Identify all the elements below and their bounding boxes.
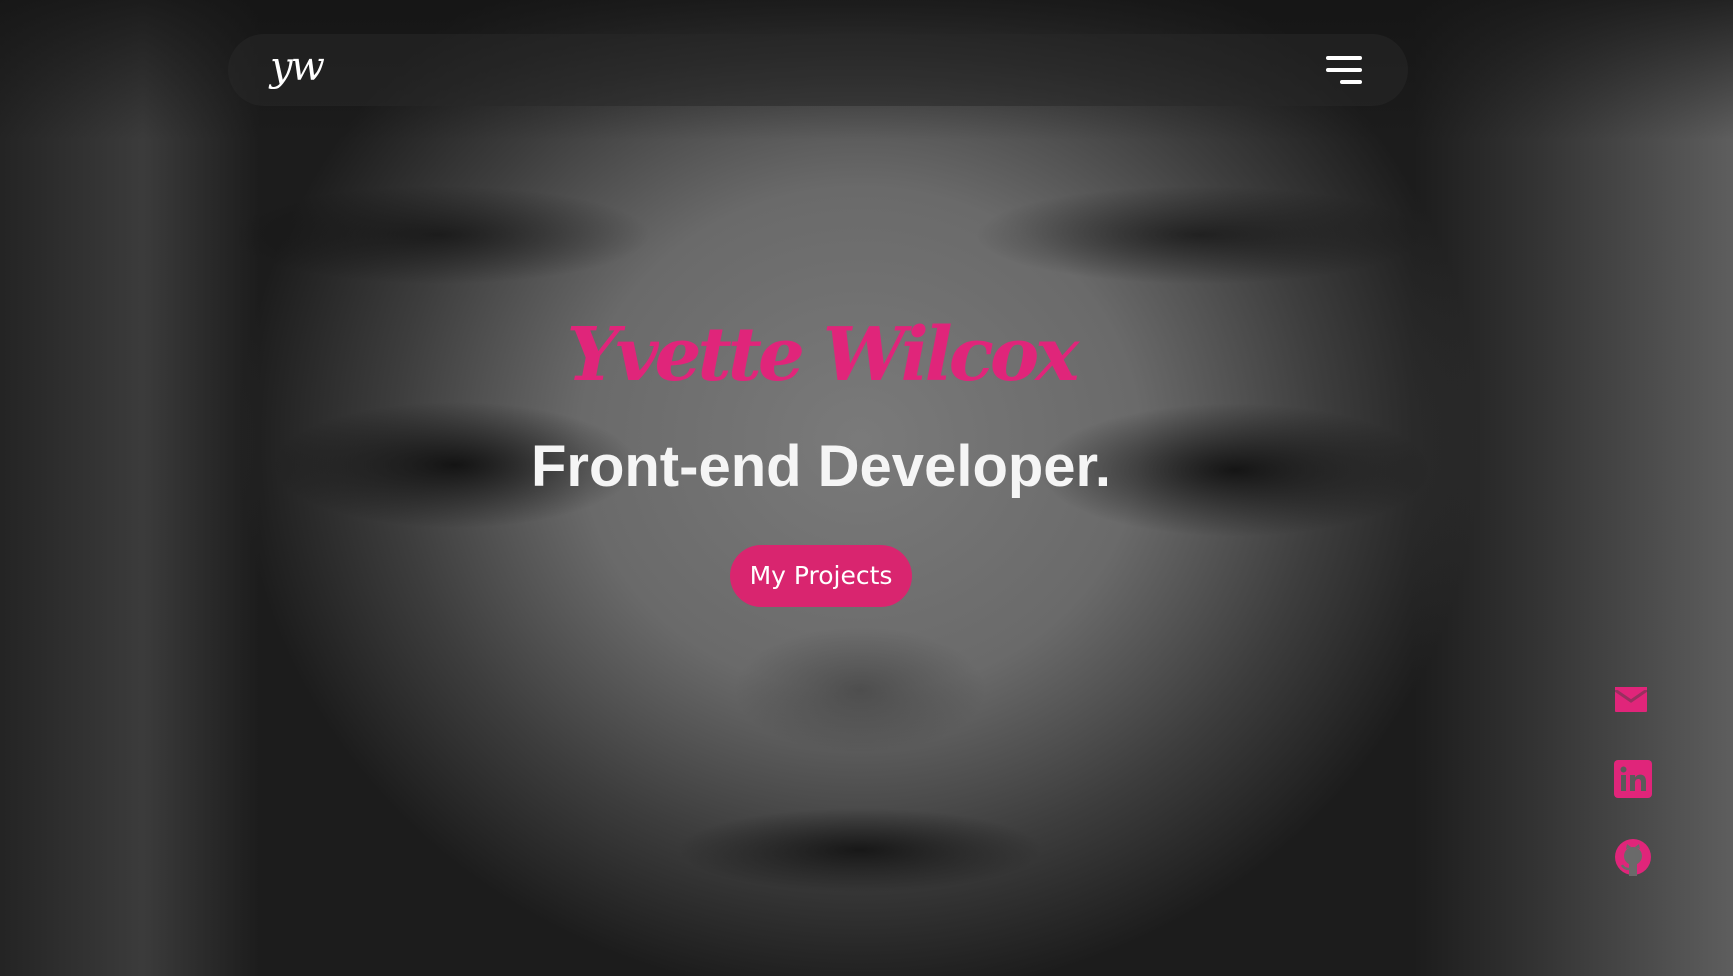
portfolio-page: yw Yvette Wilcox Front-end Developer. My… xyxy=(0,0,1733,976)
navbar: yw xyxy=(228,34,1408,106)
hamburger-menu-icon[interactable] xyxy=(1326,56,1362,88)
site-logo[interactable]: yw xyxy=(270,44,325,90)
github-icon[interactable] xyxy=(1614,838,1652,876)
menu-line xyxy=(1326,68,1362,72)
my-projects-button[interactable]: My Projects xyxy=(730,545,912,607)
menu-line xyxy=(1340,80,1362,84)
hero-role: Front-end Developer. xyxy=(530,434,1112,499)
hero-name: Yvette Wilcox xyxy=(566,312,1080,398)
menu-line xyxy=(1326,56,1362,60)
mail-icon[interactable] xyxy=(1614,684,1652,716)
linkedin-icon[interactable] xyxy=(1614,760,1652,798)
